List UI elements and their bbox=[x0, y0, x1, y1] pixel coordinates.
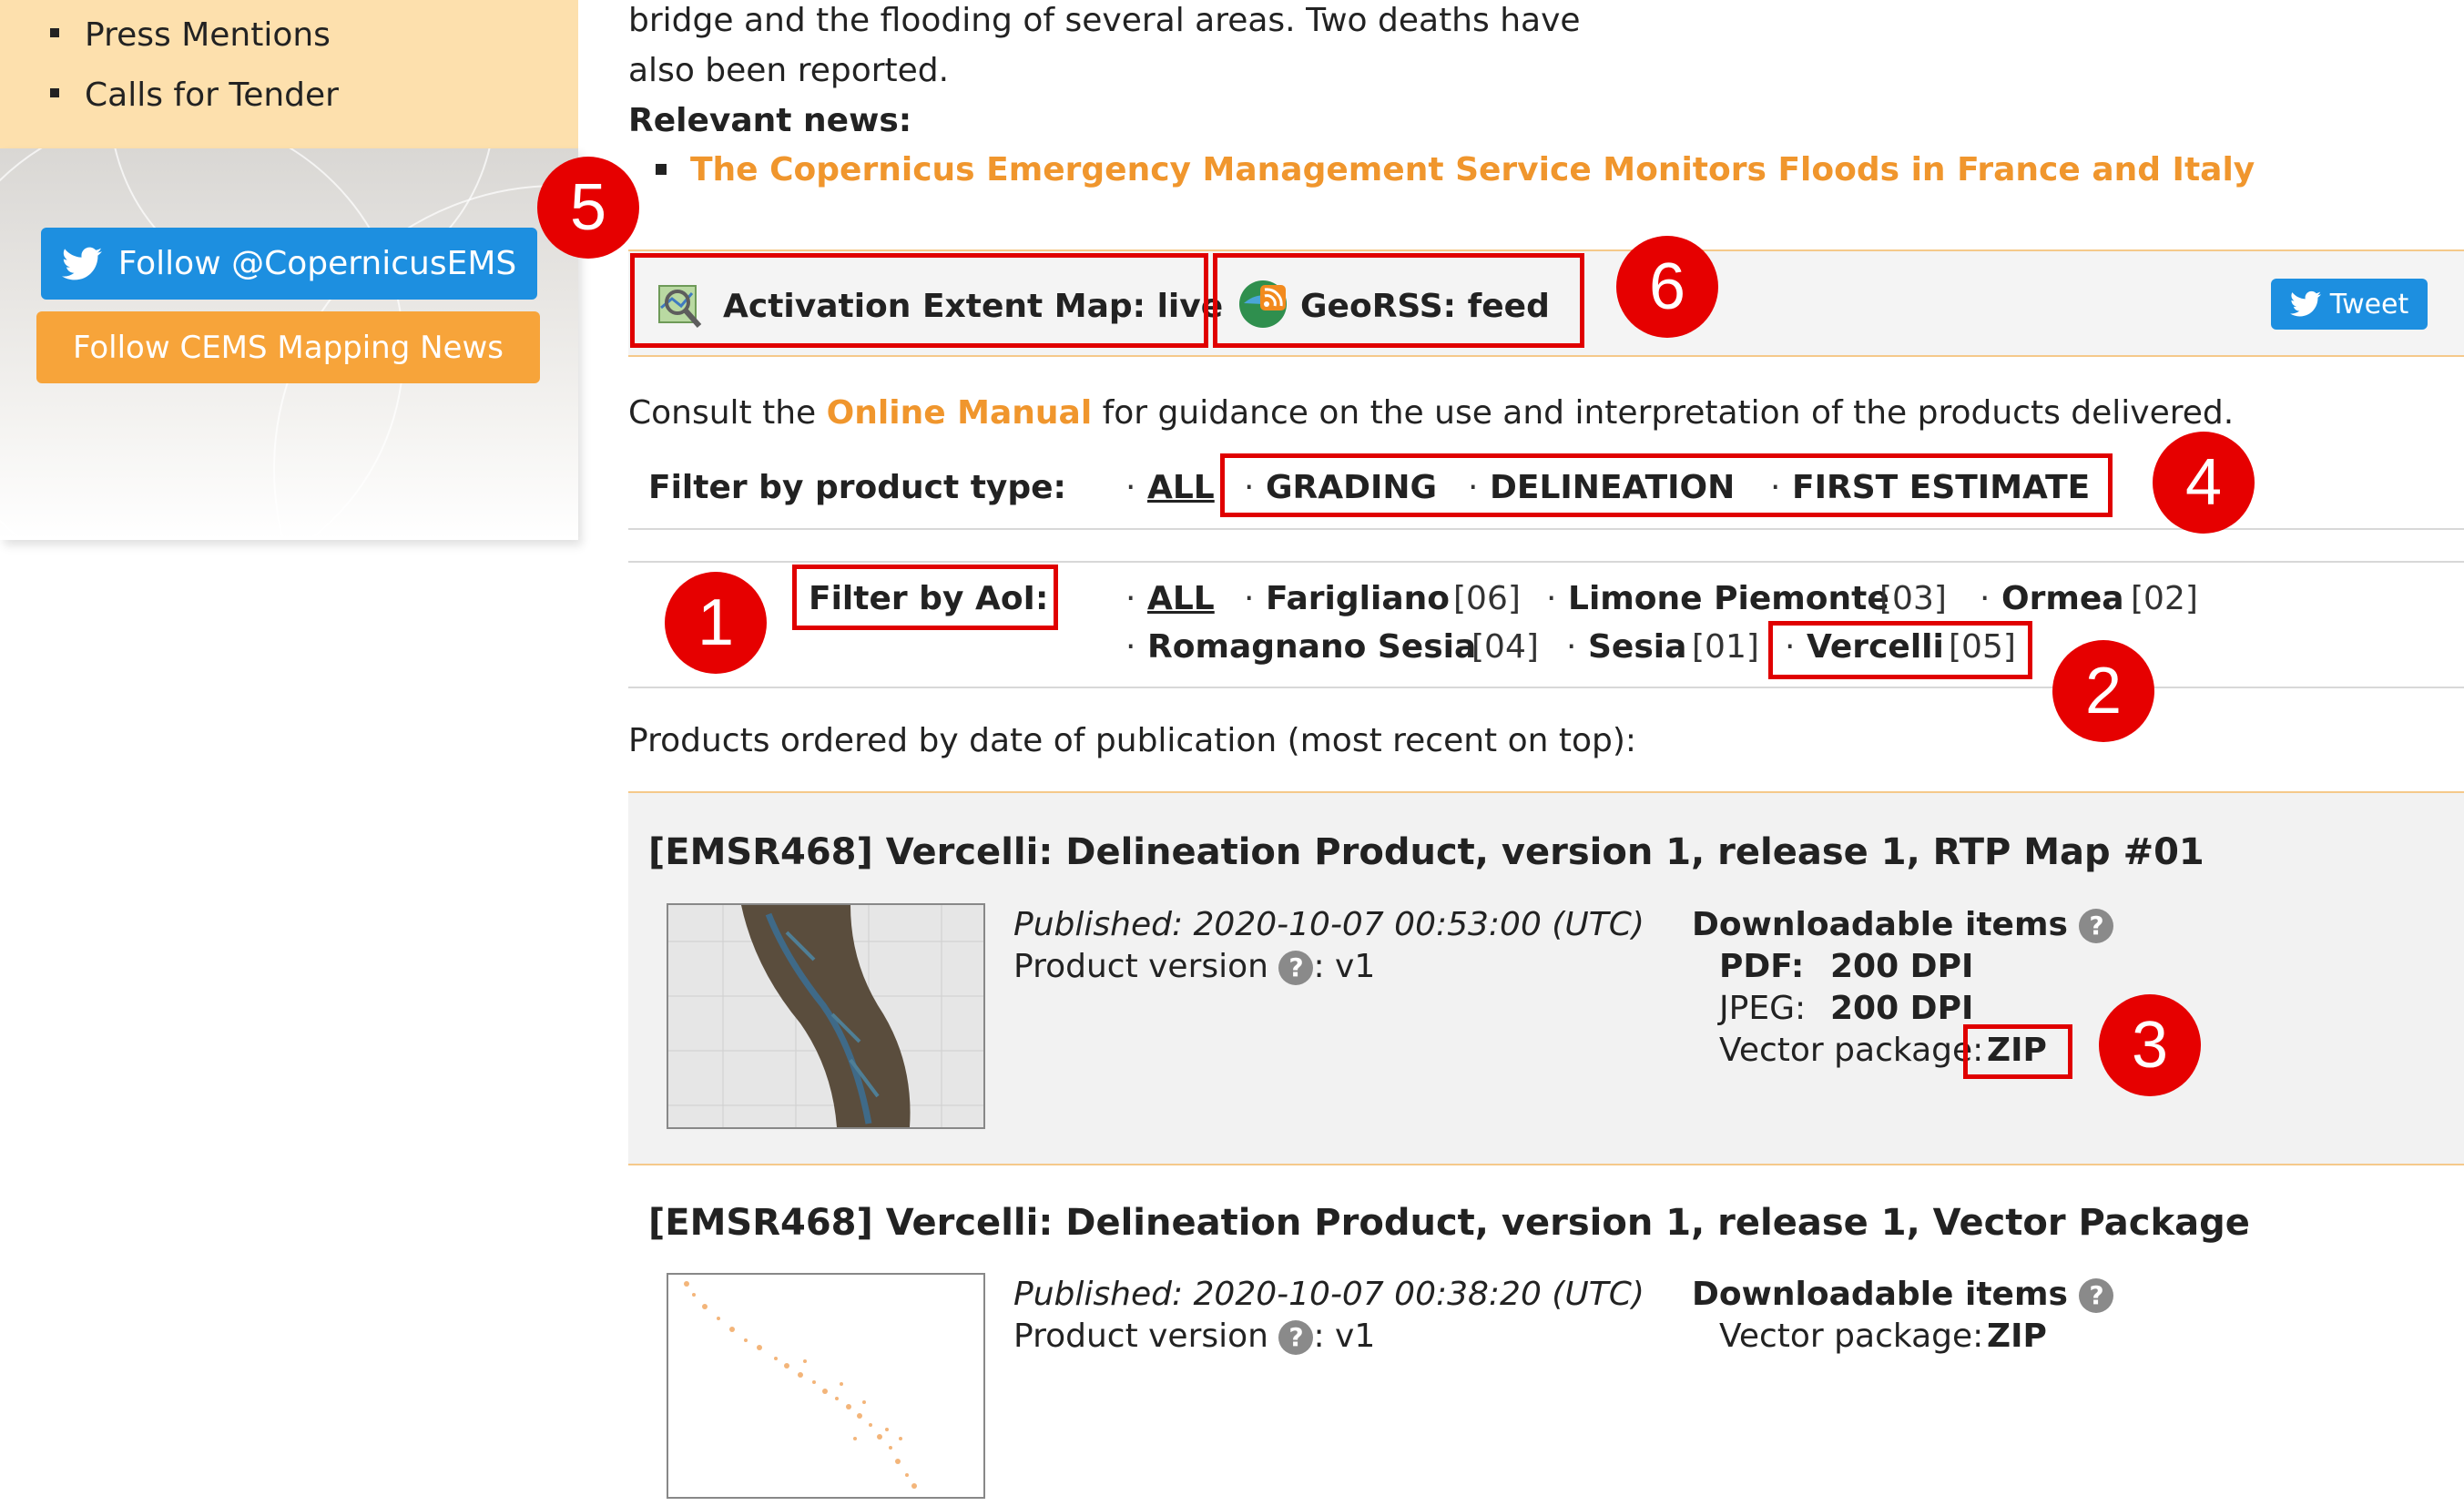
tweet-button[interactable]: Tweet bbox=[2271, 279, 2428, 330]
filter-type-all[interactable]: ALL bbox=[1147, 469, 1215, 506]
aoi-limone-piemonte[interactable]: Limone Piemonte bbox=[1568, 580, 1889, 617]
product-version: Product version ?: v1 bbox=[1013, 1318, 1375, 1355]
product-version-value: : v1 bbox=[1313, 1318, 1376, 1355]
sidebar-menu: Press Mentions Calls for Tender bbox=[0, 0, 578, 148]
filter-type-label: Filter by product type: bbox=[648, 469, 1066, 506]
product-version-label: Product version bbox=[1013, 948, 1268, 985]
tweet-label: Tweet bbox=[2329, 288, 2409, 321]
jpeg-download-link[interactable]: 200 DPI bbox=[1830, 990, 1973, 1027]
aoi-romagnano-sesia[interactable]: Romagnano Sesia bbox=[1147, 628, 1476, 666]
relevant-news-label: Relevant news: bbox=[628, 102, 912, 139]
filter-aoi-all[interactable]: ALL bbox=[1147, 580, 1215, 617]
bullet bbox=[50, 88, 59, 97]
follow-twitter-button[interactable]: Follow @CopernicusEMS bbox=[41, 228, 537, 300]
annotation-badge-5: 5 bbox=[537, 157, 639, 259]
annotation-badge-1: 1 bbox=[665, 572, 767, 674]
bullet bbox=[656, 164, 667, 175]
bullet bbox=[50, 28, 59, 37]
separator: · bbox=[1244, 580, 1255, 617]
aoi-ormea[interactable]: Ormea bbox=[2001, 580, 2124, 617]
manual-sentence: Consult the Online Manual for guidance o… bbox=[628, 394, 2234, 432]
intro-text-line2: also been reported. bbox=[628, 52, 950, 89]
follow-cems-label: Follow CEMS Mapping News bbox=[73, 329, 504, 366]
help-icon[interactable]: ? bbox=[2079, 1278, 2114, 1313]
annotation-box-aoi-label bbox=[792, 565, 1058, 630]
aoi-count: [03] bbox=[1879, 580, 1947, 617]
aoi-count: [06] bbox=[1453, 580, 1521, 617]
downloads-label: Downloadable items bbox=[1692, 906, 2068, 943]
twitter-bird-icon bbox=[61, 247, 102, 280]
intro-text-line1: bridge and the flooding of several areas… bbox=[628, 2, 1581, 39]
product-thumbnail[interactable] bbox=[667, 903, 985, 1129]
divider bbox=[628, 1164, 2464, 1165]
annotation-badge-6: 6 bbox=[1616, 236, 1718, 338]
product-version-value: : v1 bbox=[1313, 948, 1376, 985]
annotation-box-georss bbox=[1213, 253, 1584, 348]
annotation-badge-2: 2 bbox=[2052, 640, 2154, 742]
annotation-badge-4: 4 bbox=[2153, 432, 2255, 534]
divider bbox=[628, 355, 2464, 357]
product-thumbnail[interactable] bbox=[667, 1273, 985, 1499]
annotation-box-vercelli bbox=[1768, 621, 2032, 679]
follow-twitter-label: Follow @CopernicusEMS bbox=[117, 245, 517, 282]
follow-cems-button[interactable]: Follow CEMS Mapping News bbox=[36, 311, 540, 383]
pdf-download-link[interactable]: 200 DPI bbox=[1830, 948, 1973, 985]
vector-package-label: Vector package: bbox=[1719, 1032, 1984, 1069]
product-title-link[interactable]: [EMSR468] Vercelli: Delineation Product,… bbox=[648, 831, 2204, 873]
vector-zip-link[interactable]: ZIP bbox=[1987, 1318, 2047, 1355]
twitter-bird-icon bbox=[2289, 290, 2321, 317]
menu-item-calls-for-tender[interactable]: Calls for Tender bbox=[50, 76, 339, 114]
aoi-count: [01] bbox=[1692, 628, 1759, 666]
news-link[interactable]: The Copernicus Emergency Management Serv… bbox=[690, 151, 2255, 188]
separator: · bbox=[1125, 580, 1136, 617]
annotation-box-activation-map bbox=[630, 253, 1208, 348]
published-date: Published: 2020-10-07 00:38:20 (UTC) bbox=[1013, 1276, 1644, 1313]
product-version: Product version ?: v1 bbox=[1013, 948, 1375, 985]
product-title-link[interactable]: [EMSR468] Vercelli: Delineation Product,… bbox=[648, 1202, 2250, 1244]
separator: · bbox=[1566, 628, 1577, 666]
product-version-label: Product version bbox=[1013, 1318, 1268, 1355]
downloads-heading: Downloadable items ? bbox=[1692, 1276, 2114, 1313]
separator: · bbox=[1980, 580, 1991, 617]
divider bbox=[628, 791, 2464, 793]
aoi-count: [02] bbox=[2131, 580, 2198, 617]
help-icon[interactable]: ? bbox=[1278, 1320, 1314, 1355]
downloads-heading: Downloadable items ? bbox=[1692, 906, 2114, 943]
annotation-badge-3: 3 bbox=[2099, 994, 2201, 1096]
manual-text: Consult the bbox=[628, 394, 817, 432]
help-icon[interactable]: ? bbox=[2079, 909, 2114, 943]
menu-label[interactable]: Press Mentions bbox=[85, 16, 331, 54]
divider bbox=[628, 249, 2464, 251]
menu-label[interactable]: Calls for Tender bbox=[85, 76, 339, 114]
manual-text: for guidance on the use and interpretati… bbox=[1102, 394, 2235, 432]
published-date: Published: 2020-10-07 00:53:00 (UTC) bbox=[1013, 906, 1644, 943]
separator: · bbox=[1125, 628, 1136, 666]
menu-item-press-mentions[interactable]: Press Mentions bbox=[50, 16, 331, 54]
annotation-box-product-type bbox=[1220, 453, 2113, 517]
products-heading: Products ordered by date of publication … bbox=[628, 722, 1637, 759]
divider bbox=[628, 687, 2464, 688]
divider bbox=[628, 561, 2464, 563]
online-manual-link[interactable]: Online Manual bbox=[827, 394, 1093, 432]
annotation-box-zip bbox=[1963, 1024, 2072, 1079]
jpeg-label: JPEG: bbox=[1719, 990, 1807, 1027]
vector-package-label: Vector package: bbox=[1719, 1318, 1984, 1355]
pdf-label: PDF: bbox=[1719, 948, 1805, 985]
separator: · bbox=[1125, 469, 1136, 506]
aoi-sesia[interactable]: Sesia bbox=[1588, 628, 1686, 666]
separator: · bbox=[1546, 580, 1557, 617]
help-icon[interactable]: ? bbox=[1278, 951, 1314, 985]
aoi-farigliano[interactable]: Farigliano bbox=[1266, 580, 1450, 617]
aoi-count: [04] bbox=[1471, 628, 1539, 666]
downloads-label: Downloadable items bbox=[1692, 1276, 2068, 1313]
